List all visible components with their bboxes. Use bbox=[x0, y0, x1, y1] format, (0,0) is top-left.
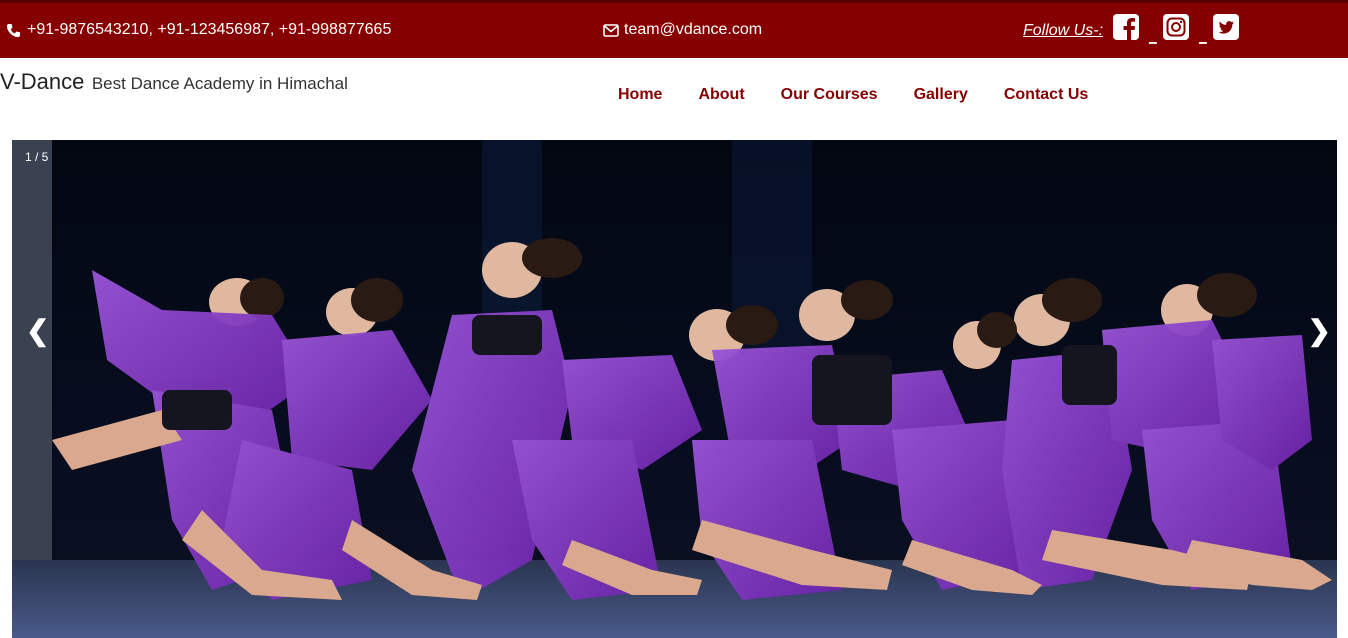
follow-label: Follow Us-: bbox=[1023, 22, 1104, 39]
site-tagline: Best Dance Academy in Himachal bbox=[91, 74, 348, 93]
nav-contact-us[interactable]: Contact Us bbox=[1004, 86, 1088, 104]
main-nav: Home About Our Courses Gallery Contact U… bbox=[618, 86, 1088, 104]
social-links: Follow Us-: _ _ bbox=[1023, 13, 1240, 44]
phone-numbers: +91-9876543210, +91-123456987, +91-99887… bbox=[27, 21, 392, 38]
site-name[interactable]: V-Dance bbox=[0, 69, 84, 94]
site-header: V-Dance Best Dance Academy in Himachal H… bbox=[0, 58, 1348, 140]
nav-about[interactable]: About bbox=[698, 86, 744, 104]
nav-home[interactable]: Home bbox=[618, 86, 662, 104]
phone-info: +91-9876543210, +91-123456987, +91-99887… bbox=[6, 21, 391, 39]
instagram-icon[interactable]: _ bbox=[1149, 13, 1190, 44]
facebook-icon[interactable] bbox=[1113, 13, 1140, 40]
top-contact-bar: +91-9876543210, +91-123456987, +91-99887… bbox=[0, 0, 1348, 58]
next-slide-button[interactable]: ❯ bbox=[1304, 310, 1335, 351]
nav-our-courses[interactable]: Our Courses bbox=[781, 86, 878, 104]
nav-gallery[interactable]: Gallery bbox=[914, 86, 968, 104]
brand[interactable]: V-Dance Best Dance Academy in Himachal bbox=[0, 69, 348, 95]
envelope-icon bbox=[603, 23, 619, 37]
email-info[interactable]: team@vdance.com bbox=[603, 21, 762, 39]
slide-image-dancers bbox=[12, 140, 1337, 638]
email-address[interactable]: team@vdance.com bbox=[624, 21, 762, 39]
image-slider: 1 / 5 ❮ ❯ bbox=[12, 140, 1337, 638]
prev-slide-button[interactable]: ❮ bbox=[22, 310, 53, 351]
phone-icon bbox=[6, 23, 21, 37]
twitter-icon[interactable]: _ bbox=[1199, 13, 1240, 44]
slide-counter: 1 / 5 bbox=[25, 150, 49, 164]
